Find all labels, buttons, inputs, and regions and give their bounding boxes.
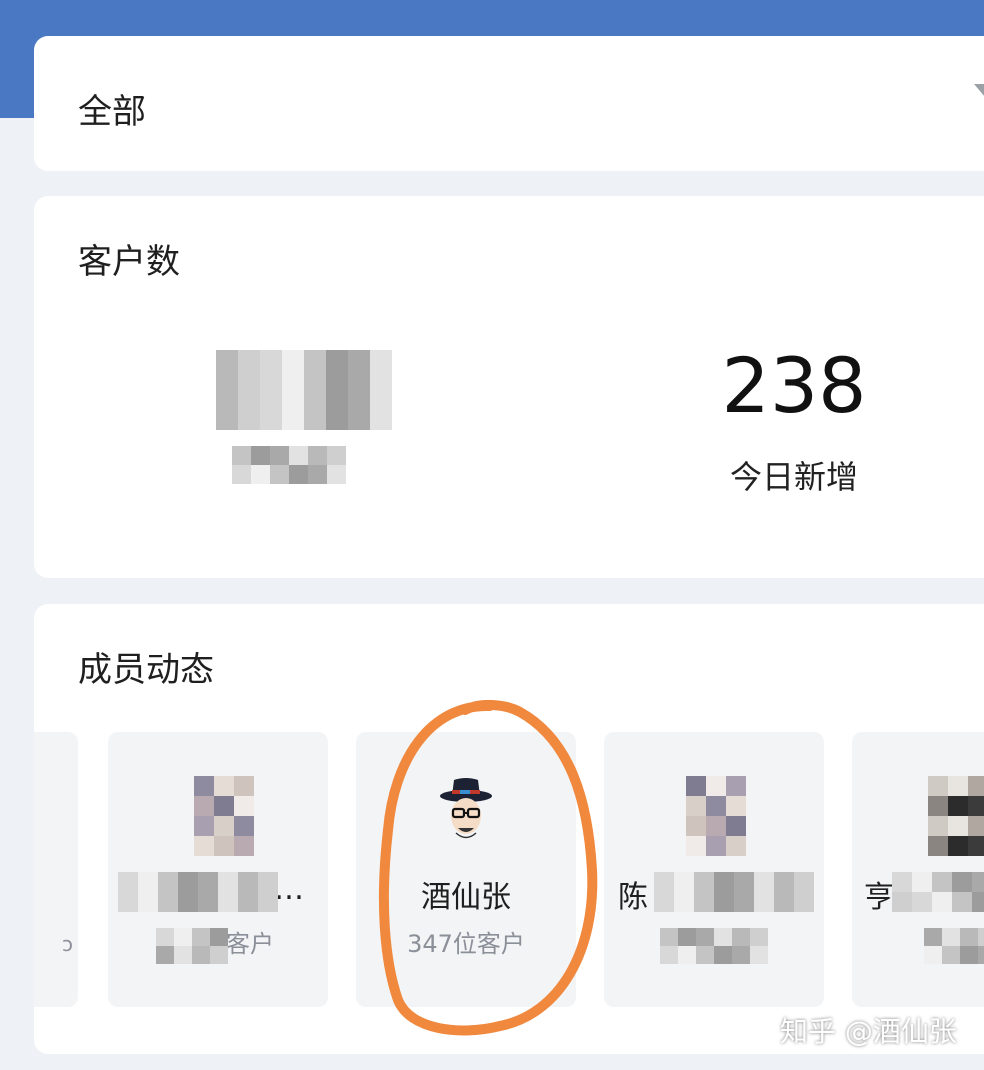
pixelated-redaction <box>156 928 228 964</box>
member-card[interactable]: … 客户 <box>108 732 328 1007</box>
pixelated-redaction <box>654 872 814 912</box>
pixelated-redaction <box>892 872 984 912</box>
members-title: 成员动态 <box>78 650 214 690</box>
member-card[interactable]: 亨 <box>852 732 984 1007</box>
filter-selected-label: 全部 <box>78 92 146 132</box>
pixelated-redaction <box>216 350 392 430</box>
watermark: 知乎 @酒仙张 <box>780 1015 957 1048</box>
total-customers-stat: 1 <box>184 346 404 484</box>
filter-dropdown[interactable]: 全部 <box>34 36 984 171</box>
hand-drawn-highlight-circle <box>378 700 598 1036</box>
stats-title: 客户数 <box>78 242 180 282</box>
member-card[interactable]: 陈 <box>604 732 824 1007</box>
pixelated-redaction <box>232 446 346 484</box>
today-new-label: 今日新增 <box>729 458 858 496</box>
pixelated-redaction <box>118 872 278 912</box>
pixelated-redaction <box>660 928 768 964</box>
member-card[interactable]: ɔ <box>34 732 78 1007</box>
truncated-text: ɔ <box>62 932 73 956</box>
pixelated-avatar <box>194 776 254 856</box>
customer-stats-card: 客户数 1 238 今日新增 <box>34 196 984 578</box>
member-name-truncated: 亨 <box>864 880 894 915</box>
dropdown-arrow-icon[interactable] <box>974 84 984 97</box>
pixelated-avatar <box>686 776 746 856</box>
pixelated-redaction <box>924 928 984 964</box>
today-new-value: 238 <box>721 341 867 430</box>
pixelated-avatar <box>928 776 984 856</box>
today-new-stat: 238 今日新增 <box>674 346 914 498</box>
